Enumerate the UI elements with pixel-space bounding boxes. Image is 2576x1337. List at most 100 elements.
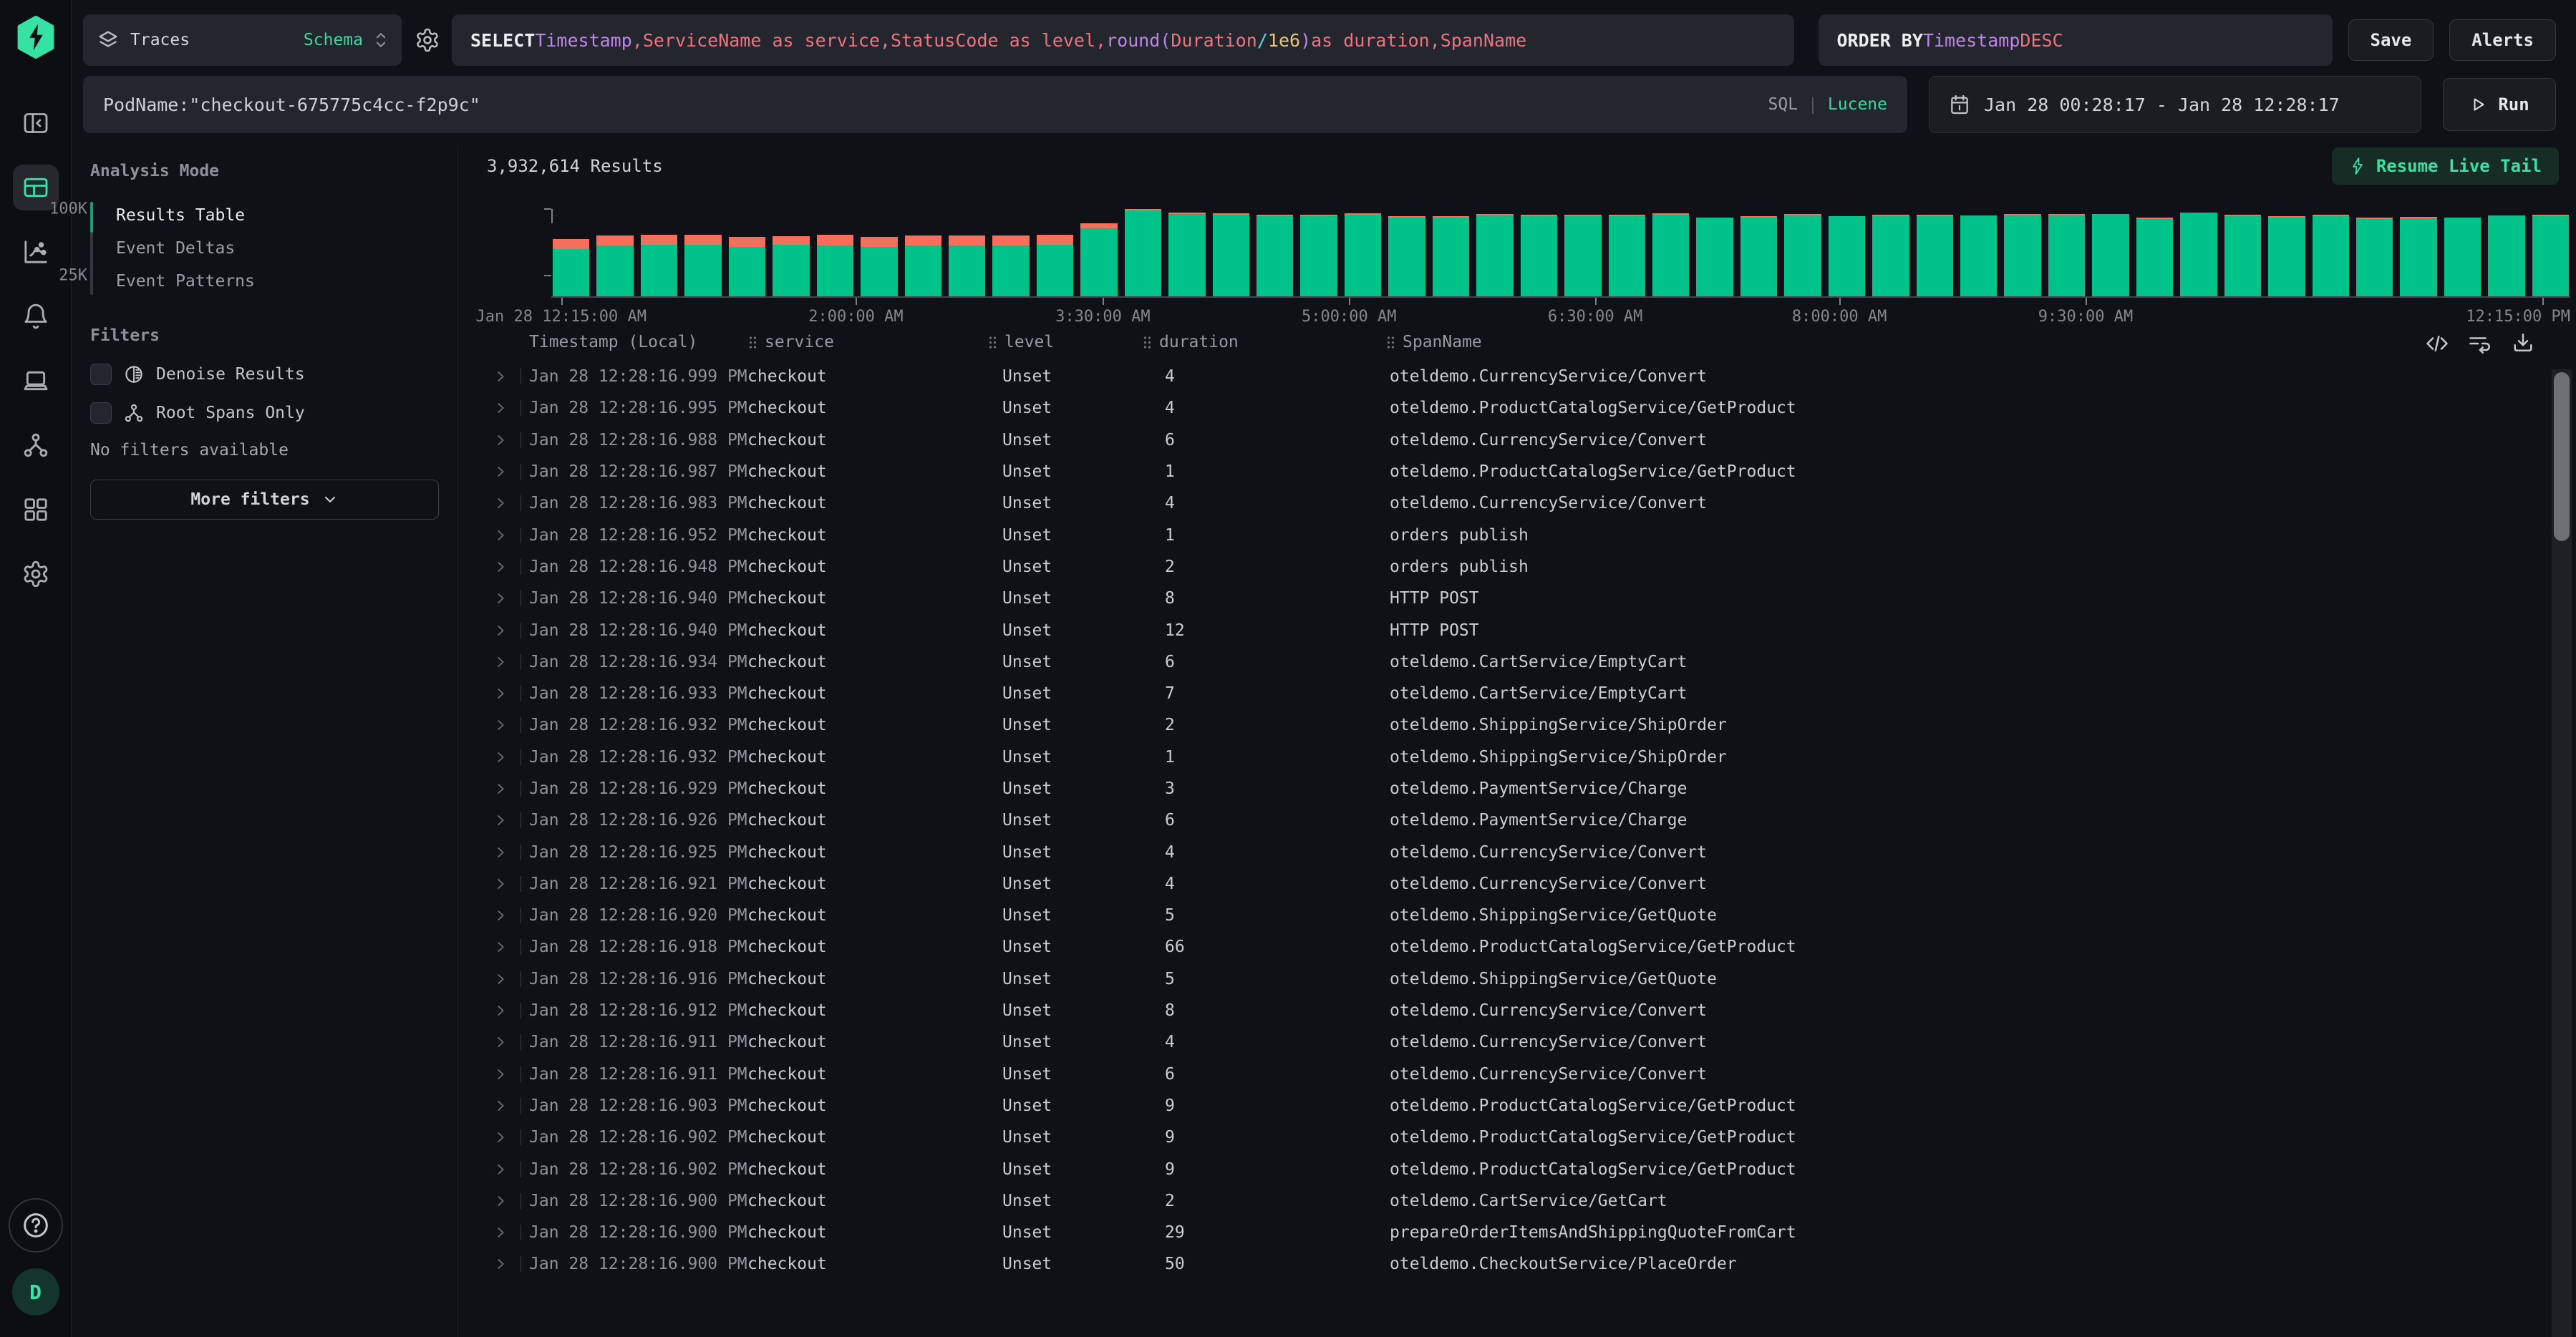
expand-row-button[interactable]: [493, 559, 513, 575]
date-range-picker[interactable]: Jan 28 00:28:17 - Jan 28 12:28:17: [1929, 76, 2421, 133]
select-clause-editor[interactable]: SELECT Timestamp, ServiceName as service…: [452, 14, 1794, 66]
expand-row-button[interactable]: [493, 654, 513, 670]
histogram-bar[interactable]: [641, 235, 677, 296]
download-icon[interactable]: [2510, 331, 2536, 356]
expand-row-button[interactable]: [493, 464, 513, 480]
table-row[interactable]: Jan 28 12:28:16.911 PM checkout Unset 6 …: [493, 1059, 2576, 1090]
nav-item-service-map[interactable]: [13, 422, 59, 468]
nav-item-dashboards[interactable]: [13, 487, 59, 533]
histogram-bar[interactable]: [2136, 218, 2173, 296]
expand-row-button[interactable]: [493, 527, 513, 543]
table-row[interactable]: Jan 28 12:28:16.926 PM checkout Unset 6 …: [493, 804, 2576, 836]
expand-row-button[interactable]: [493, 623, 513, 638]
table-row[interactable]: Jan 28 12:28:16.911 PM checkout Unset 4 …: [493, 1026, 2576, 1058]
table-scrollbar[interactable]: [2552, 369, 2572, 1337]
histogram-bar[interactable]: [949, 235, 985, 296]
nav-item-client-sessions[interactable]: [13, 358, 59, 404]
histogram-bar[interactable]: [1829, 216, 1865, 296]
table-row[interactable]: Jan 28 12:28:16.983 PM checkout Unset 4 …: [493, 487, 2576, 519]
table-row[interactable]: Jan 28 12:28:16.900 PM checkout Unset 50…: [493, 1248, 2576, 1280]
run-button[interactable]: Run: [2443, 78, 2556, 131]
histogram-bar[interactable]: [861, 237, 897, 296]
histogram-bar[interactable]: [2313, 215, 2349, 296]
expand-row-button[interactable]: [493, 1162, 513, 1177]
histogram-bar[interactable]: [1168, 213, 1205, 296]
expand-row-button[interactable]: [493, 1066, 513, 1082]
histogram-bar[interactable]: [2268, 216, 2305, 296]
checkbox-root-spans-only[interactable]: [90, 402, 112, 424]
histogram-bar[interactable]: [2180, 213, 2217, 296]
histogram-bar[interactable]: [905, 235, 941, 296]
histogram-bar[interactable]: [1345, 213, 1381, 296]
nav-item-collapse-sidebar[interactable]: [13, 100, 59, 146]
histogram-bar[interactable]: [1037, 235, 1073, 296]
histogram-bar[interactable]: [1917, 215, 1953, 296]
column-header-spanname[interactable]: SpanName: [1385, 333, 2576, 351]
lucene-language-option[interactable]: Lucene: [1828, 95, 1887, 114]
search-input[interactable]: PodName:"checkout-675775c4cc-f2p9c" SQL …: [83, 76, 1907, 133]
hyperdx-logo-icon[interactable]: [16, 16, 56, 59]
table-row[interactable]: Jan 28 12:28:16.933 PM checkout Unset 7 …: [493, 678, 2576, 709]
table-row[interactable]: Jan 28 12:28:16.900 PM checkout Unset 29…: [493, 1217, 2576, 1248]
column-header-timestamp-local-[interactable]: Timestamp (Local): [529, 333, 747, 351]
histogram-bar[interactable]: [992, 235, 1029, 296]
table-row[interactable]: Jan 28 12:28:16.900 PM checkout Unset 2 …: [493, 1185, 2576, 1217]
expand-row-button[interactable]: [493, 432, 513, 448]
resume-live-tail-button[interactable]: Resume Live Tail: [2332, 147, 2559, 185]
expand-row-button[interactable]: [493, 1034, 513, 1050]
expand-row-button[interactable]: [493, 812, 513, 828]
code-icon[interactable]: [2424, 331, 2450, 356]
histogram-bar[interactable]: [1388, 216, 1425, 296]
alerts-button[interactable]: Alerts: [2449, 19, 2556, 61]
language-toggle[interactable]: SQL | Lucene: [1768, 95, 1888, 114]
histogram-bar[interactable]: [596, 235, 633, 296]
nav-item-alerts[interactable]: [13, 293, 59, 339]
histogram-bar[interactable]: [729, 237, 765, 296]
table-row[interactable]: Jan 28 12:28:16.934 PM checkout Unset 6 …: [493, 646, 2576, 678]
expand-row-button[interactable]: [493, 1098, 513, 1114]
histogram-bar[interactable]: [1433, 216, 1469, 296]
table-row[interactable]: Jan 28 12:28:16.912 PM checkout Unset 8 …: [493, 995, 2576, 1026]
schema-link[interactable]: Schema: [304, 31, 363, 49]
histogram-bar[interactable]: [2224, 215, 2261, 296]
histogram-bar[interactable]: [2488, 215, 2524, 296]
table-row[interactable]: Jan 28 12:28:16.940 PM checkout Unset 12…: [493, 614, 2576, 646]
scrollbar-thumb[interactable]: [2554, 372, 2570, 541]
histogram-bar[interactable]: [684, 235, 721, 296]
expand-row-button[interactable]: [493, 1256, 513, 1272]
expand-row-button[interactable]: [493, 1193, 513, 1209]
expand-row-button[interactable]: [493, 1225, 513, 1240]
user-avatar[interactable]: D: [12, 1268, 59, 1316]
histogram-bar[interactable]: [1609, 215, 1645, 296]
histogram-bar[interactable]: [2400, 217, 2436, 296]
table-row[interactable]: Jan 28 12:28:16.988 PM checkout Unset 6 …: [493, 424, 2576, 456]
histogram-bar[interactable]: [1652, 213, 1689, 296]
expand-row-button[interactable]: [493, 686, 513, 701]
histogram-bar[interactable]: [2444, 218, 2481, 296]
histogram-bar[interactable]: [2004, 214, 2040, 296]
expand-row-button[interactable]: [493, 939, 513, 955]
table-row[interactable]: Jan 28 12:28:16.948 PM checkout Unset 2 …: [493, 551, 2576, 583]
events-histogram[interactable]: 100K25KJan 28 12:15:00 AM2:00:00 AM3:30:…: [458, 196, 2570, 324]
histogram-bar[interactable]: [2092, 214, 2129, 296]
histogram-bar[interactable]: [1300, 215, 1337, 296]
histogram-bar[interactable]: [2048, 214, 2085, 296]
expand-row-button[interactable]: [493, 908, 513, 923]
table-row[interactable]: Jan 28 12:28:16.925 PM checkout Unset 4 …: [493, 836, 2576, 867]
histogram-bar[interactable]: [1125, 209, 1161, 296]
table-row[interactable]: Jan 28 12:28:16.995 PM checkout Unset 4 …: [493, 392, 2576, 424]
histogram-bar[interactable]: [2532, 215, 2569, 296]
expand-row-button[interactable]: [493, 369, 513, 384]
wrap-text-icon[interactable]: [2467, 331, 2493, 356]
histogram-bar[interactable]: [1521, 215, 1557, 296]
expand-row-button[interactable]: [493, 971, 513, 987]
column-header-level[interactable]: level: [987, 333, 1142, 351]
column-header-service[interactable]: service: [747, 333, 987, 351]
analysis-mode-results-table[interactable]: Results Table: [102, 199, 439, 232]
table-row[interactable]: Jan 28 12:28:16.920 PM checkout Unset 5 …: [493, 900, 2576, 931]
histogram-bar[interactable]: [1696, 218, 1733, 296]
expand-row-button[interactable]: [493, 400, 513, 416]
table-row[interactable]: Jan 28 12:28:16.940 PM checkout Unset 8 …: [493, 583, 2576, 614]
table-row[interactable]: Jan 28 12:28:16.932 PM checkout Unset 2 …: [493, 709, 2576, 741]
orderby-clause-editor[interactable]: ORDER BY Timestamp DESC: [1819, 14, 2333, 66]
